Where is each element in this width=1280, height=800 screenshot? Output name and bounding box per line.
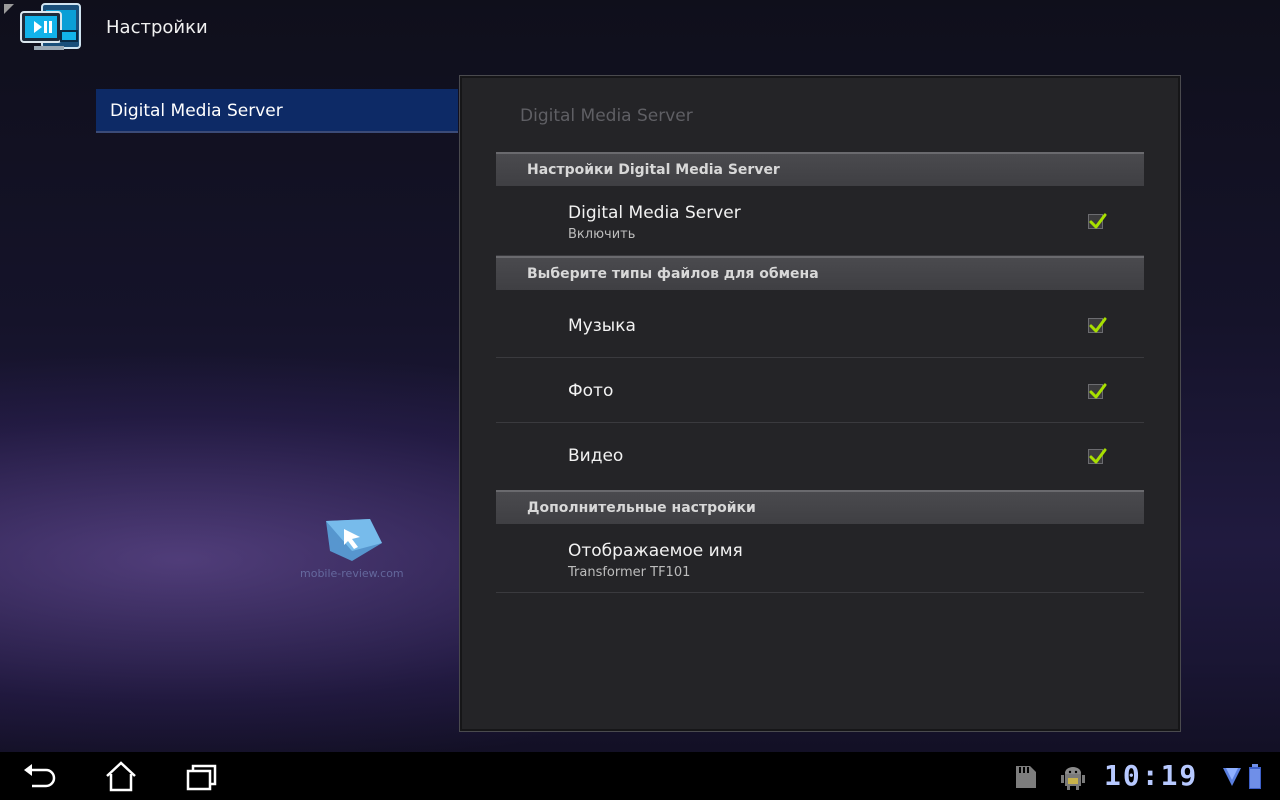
- home-button[interactable]: [101, 760, 141, 794]
- watermark: mobile-review.com: [300, 517, 410, 587]
- pref-title: Фото: [568, 381, 614, 401]
- pref-subtitle: Transformer TF101: [568, 565, 691, 580]
- pref-row-photo[interactable]: Фото: [496, 358, 1144, 423]
- panel-title: Digital Media Server: [520, 106, 693, 126]
- section-header-file-types: Выберите типы файлов для обмена: [496, 256, 1144, 290]
- pref-title: Музыка: [568, 316, 636, 336]
- back-icon: [24, 764, 56, 788]
- checkmark-icon: [1089, 448, 1107, 464]
- checkmark-icon: [1089, 383, 1107, 399]
- photo-checkbox[interactable]: [1088, 383, 1107, 399]
- wifi-icon: [1223, 768, 1241, 786]
- checkmark-icon: [1089, 213, 1107, 229]
- section-header-dms-settings: Настройки Digital Media Server: [496, 152, 1144, 186]
- page-title: Настройки: [106, 17, 208, 38]
- section-header-advanced: Дополнительные настройки: [496, 490, 1144, 524]
- pref-row-dms-enable[interactable]: Digital Media Server Включить: [496, 186, 1144, 256]
- settings-panel: Digital Media Server Настройки Digital M…: [459, 75, 1181, 732]
- sd-card-icon: [1016, 766, 1036, 788]
- battery-icon: [1249, 764, 1261, 789]
- dms-enable-checkbox[interactable]: [1088, 213, 1107, 229]
- back-button[interactable]: [20, 760, 60, 794]
- dms-app-icon[interactable]: [20, 0, 84, 56]
- home-icon: [106, 761, 136, 792]
- watermark-text: mobile-review.com: [300, 567, 404, 580]
- system-bar: 10:19: [0, 752, 1280, 800]
- checkmark-icon: [1089, 317, 1107, 333]
- pref-title: Digital Media Server: [568, 203, 741, 223]
- android-debug-icon: [1061, 767, 1085, 790]
- video-checkbox[interactable]: [1088, 448, 1107, 464]
- music-checkbox[interactable]: [1088, 317, 1107, 333]
- header-item-digital-media-server[interactable]: Digital Media Server: [96, 89, 458, 133]
- settings-header-list: Digital Media Server: [96, 89, 458, 133]
- recent-apps-icon: [186, 764, 217, 791]
- pref-title: Отображаемое имя: [568, 541, 743, 561]
- pref-row-display-name[interactable]: Отображаемое имя Transformer TF101: [496, 524, 1144, 593]
- status-clock: 10:19: [1104, 759, 1199, 792]
- recent-apps-button[interactable]: [182, 760, 222, 794]
- pref-title: Видео: [568, 446, 624, 466]
- pref-row-music[interactable]: Музыка: [496, 292, 1144, 358]
- action-bar: Настройки: [0, 0, 1280, 58]
- watermark-logo-icon: [326, 519, 382, 561]
- corner-indicator: [4, 4, 14, 14]
- pref-subtitle: Включить: [568, 227, 636, 242]
- pref-row-video[interactable]: Видео: [496, 423, 1144, 489]
